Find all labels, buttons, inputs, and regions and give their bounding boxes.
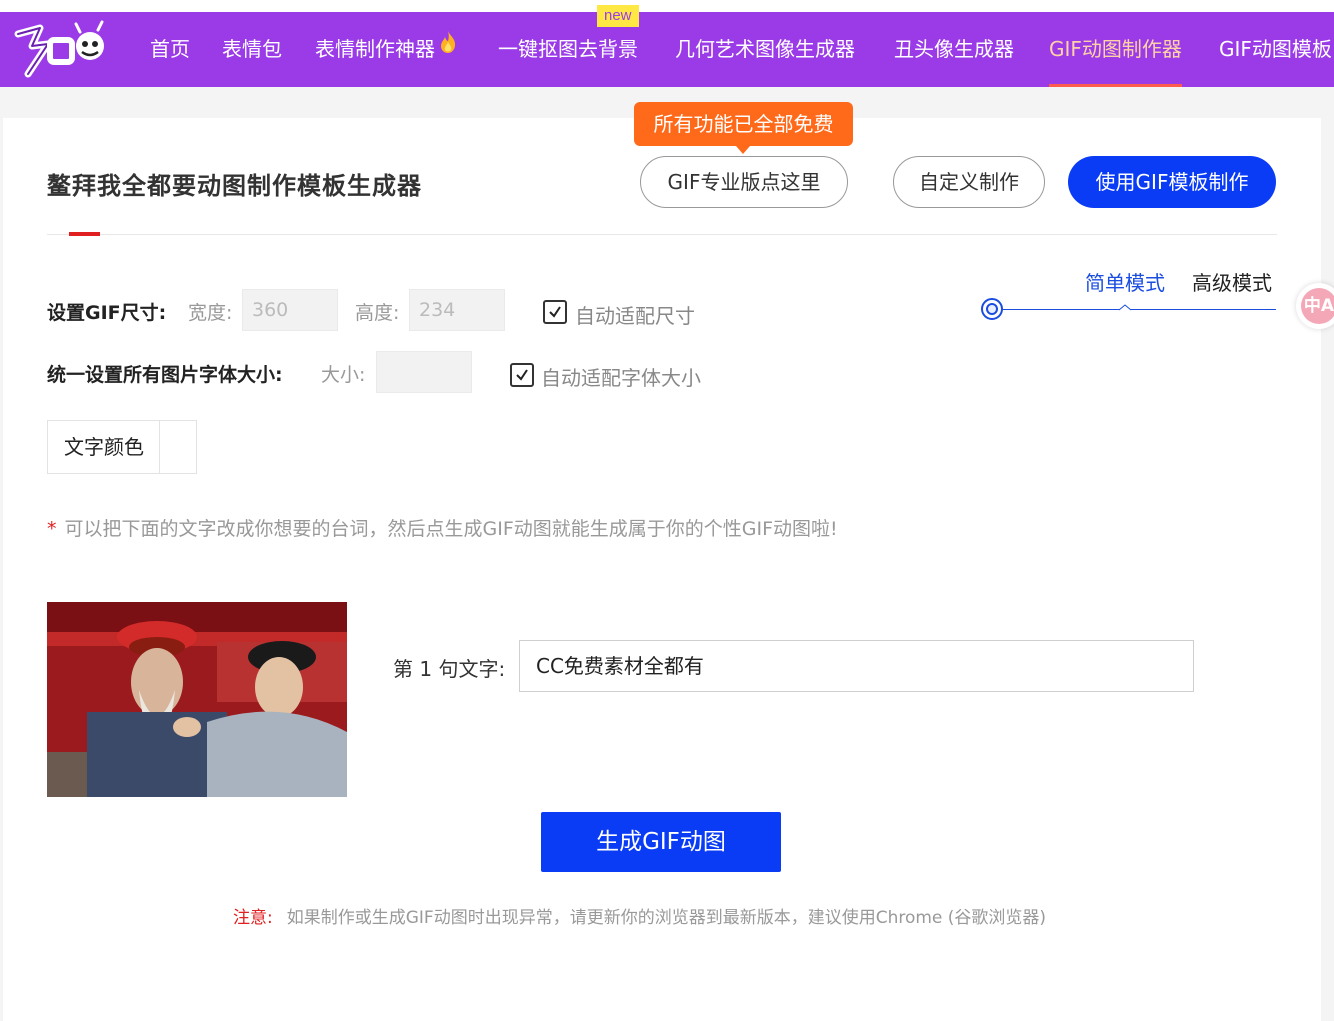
mode-slider-caret-icon — [1119, 304, 1131, 311]
edit-hint: * 可以把下面的文字改成你想要的台词，然后点生成GIF动图就能生成属于你的个性GI… — [47, 514, 838, 541]
page-title: 鳌拜我全都要动图制作模板生成器 — [47, 172, 422, 200]
height-input[interactable]: 234 — [409, 289, 505, 331]
fire-icon — [439, 12, 457, 85]
text-color-picker[interactable]: 文字颜色 — [47, 420, 197, 474]
nav-item-stickers[interactable]: 表情包 — [222, 12, 282, 87]
width-input[interactable]: 360 — [242, 289, 338, 331]
auto-size-label[interactable]: 自动适配尺寸 — [575, 300, 695, 329]
page-gutter — [1321, 87, 1334, 1021]
nav-item-gif-templates[interactable]: GIF动图模板 — [1219, 12, 1332, 87]
translate-float-button[interactable]: 中A — [1296, 283, 1334, 329]
required-star: * — [47, 518, 57, 540]
notice-text: 如果制作或生成GIF动图时出现异常，请更新你的浏览器到最新版本，建议使用Chro… — [286, 908, 1047, 928]
generate-gif-button[interactable]: 生成GIF动图 — [541, 812, 781, 872]
nav-item-gif-maker[interactable]: GIF动图制作器 — [1049, 12, 1182, 87]
simple-mode-tab[interactable]: 简单模式 — [1085, 267, 1165, 296]
font-size-label: 大小: — [321, 364, 366, 386]
height-label: 高度: — [355, 302, 400, 324]
nav-item-home[interactable]: 首页 — [150, 12, 190, 87]
text-color-label: 文字颜色 — [64, 435, 144, 459]
mode-slider-knob[interactable] — [981, 298, 1003, 320]
checkmark-icon — [549, 306, 561, 318]
color-swatch[interactable] — [159, 421, 160, 473]
edit-hint-text: 可以把下面的文字改成你想要的台词，然后点生成GIF动图就能生成属于你的个性GIF… — [64, 518, 838, 540]
site-logo[interactable] — [10, 16, 110, 84]
title-divider — [47, 234, 1277, 235]
main-card — [3, 118, 1321, 1021]
gif-size-label: 设置GIF尺寸: — [47, 302, 167, 324]
custom-make-button[interactable]: 自定义制作 — [893, 156, 1045, 208]
width-label: 宽度: — [188, 302, 233, 324]
browser-notice: 注意: 如果制作或生成GIF动图时出现异常，请更新你的浏览器到最新版本，建议使用C… — [233, 903, 1046, 928]
promo-tooltip-arrow — [736, 146, 750, 154]
auto-font-label[interactable]: 自动适配字体大小 — [541, 362, 701, 391]
mode-slider-track — [992, 309, 1276, 310]
nav-item-geometric-art[interactable]: 几何艺术图像生成器 — [675, 12, 855, 87]
font-size-setting-label: 统一设置所有图片字体大小: — [47, 364, 283, 386]
pro-version-button[interactable]: GIF专业版点这里 — [640, 156, 848, 208]
new-badge: new — [597, 5, 639, 27]
auto-size-checkbox[interactable] — [543, 300, 567, 324]
browser-top-strip — [0, 0, 1334, 12]
template-make-button[interactable]: 使用GIF模板制作 — [1068, 156, 1276, 208]
notice-prefix: 注意: — [233, 908, 273, 928]
line-1-text-input[interactable]: CC免费素材全都有 — [519, 640, 1194, 692]
auto-font-checkbox[interactable] — [510, 363, 534, 387]
checkmark-icon — [516, 369, 528, 381]
nav-item-sticker-maker[interactable]: 表情制作神器 — [315, 12, 457, 87]
promo-tooltip: 所有功能已全部免费 — [634, 102, 853, 146]
translate-icon: 中A — [1301, 288, 1334, 324]
font-size-input[interactable] — [376, 351, 472, 393]
gif-preview-image — [47, 602, 347, 797]
advanced-mode-tab[interactable]: 高级模式 — [1192, 267, 1272, 296]
nav-item-ugly-avatar[interactable]: 丑头像生成器 — [894, 12, 1014, 87]
title-accent-mark — [69, 232, 100, 236]
line-1-label: 第 1 句文字: — [393, 657, 506, 681]
top-navigation: 首页 表情包 表情制作神器 一键抠图去背景 几何艺术图像生成器 丑头像生成器 G… — [0, 12, 1334, 87]
